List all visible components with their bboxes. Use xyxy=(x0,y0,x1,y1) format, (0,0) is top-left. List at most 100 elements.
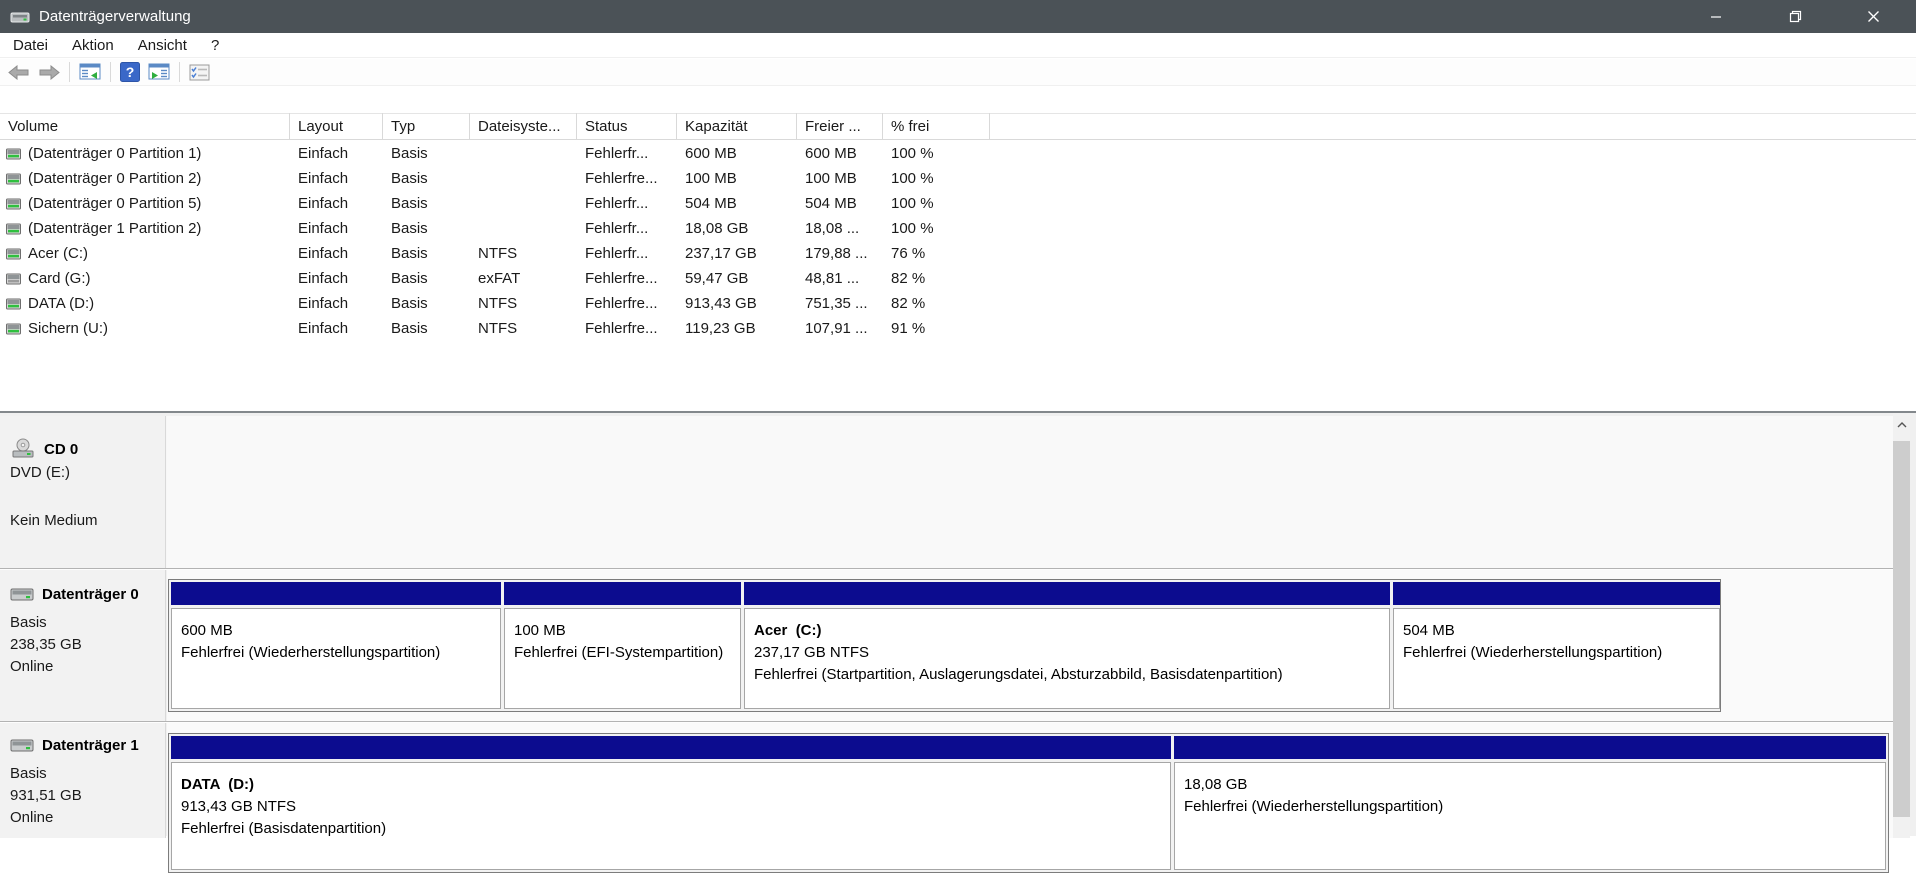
partition-size: 237,17 GB NTFS xyxy=(754,644,870,661)
console-tree-icon xyxy=(79,63,101,80)
partition-size: 504 MB xyxy=(1403,622,1455,639)
volume-kapazitaet: 119,23 GB xyxy=(685,320,756,337)
column-header-volume[interactable]: Volume xyxy=(0,113,290,140)
table-row[interactable]: (Datenträger 0 Partition 5) Einfach Basi… xyxy=(0,191,1916,216)
partition-size: 600 MB xyxy=(181,622,233,639)
volume-layout: Einfach xyxy=(298,170,349,187)
volume-status: Fehlerfr... xyxy=(585,245,649,262)
disk1-graph-area: DATA (D:) 913,43 GB NTFS Fehlerfrei (Bas… xyxy=(167,723,1893,873)
forward-button[interactable] xyxy=(34,60,64,84)
volume-layout: Einfach xyxy=(298,295,349,312)
column-header-kapazitaet[interactable]: Kapazität xyxy=(677,113,797,140)
graphical-view-pane: CD 0 DVD (E:) Kein Medium Datenträger 0 xyxy=(0,411,1916,873)
volume-status: Fehlerfre... xyxy=(585,320,658,337)
volume-list-pane: Volume Layout Typ Dateisyste... Status K… xyxy=(0,86,1916,410)
cd0-name: CD 0 xyxy=(44,440,79,458)
volume-pct-frei: 100 % xyxy=(891,195,934,212)
table-row[interactable]: (Datenträger 1 Partition 2) Einfach Basi… xyxy=(0,216,1916,241)
partition[interactable]: 600 MB Fehlerfrei (Wiederherstellungspar… xyxy=(171,582,501,709)
volume-typ: Basis xyxy=(391,170,428,187)
volume-rows: (Datenträger 0 Partition 1) Einfach Basi… xyxy=(0,141,1916,341)
table-row[interactable]: (Datenträger 0 Partition 1) Einfach Basi… xyxy=(0,141,1916,166)
partition[interactable]: Acer (C:) 237,17 GB NTFS Fehlerfrei (Sta… xyxy=(744,582,1390,709)
help-button[interactable]: ? xyxy=(116,60,144,84)
volume-name: (Datenträger 0 Partition 5) xyxy=(28,195,202,212)
menu-hilfe[interactable]: ? xyxy=(199,33,231,58)
show-console-tree-button[interactable] xyxy=(75,60,105,84)
column-header-dateisystem[interactable]: Dateisyste... xyxy=(470,113,577,140)
disk0-partition-strip: 600 MB Fehlerfrei (Wiederherstellungspar… xyxy=(168,579,1721,712)
volume-status: Fehlerfre... xyxy=(585,270,658,287)
table-row[interactable]: Acer (C:) Einfach Basis NTFS Fehlerfr...… xyxy=(0,241,1916,266)
partition[interactable]: 18,08 GB Fehlerfrei (Wiederherstellungsp… xyxy=(1174,736,1886,870)
volume-kapazitaet: 504 MB xyxy=(685,195,737,212)
partition-primary-bar xyxy=(744,582,1390,605)
table-row[interactable]: Card (G:) Einfach Basis exFAT Fehlerfre.… xyxy=(0,266,1916,291)
volume-layout: Einfach xyxy=(298,245,349,262)
volume-drive-icon xyxy=(6,148,21,159)
volume-drive-icon xyxy=(6,198,21,209)
volume-freier: 179,88 ... xyxy=(805,245,868,262)
properties-button[interactable] xyxy=(185,60,214,84)
volume-table-header: Volume Layout Typ Dateisyste... Status K… xyxy=(0,113,1916,140)
menu-aktion[interactable]: Aktion xyxy=(60,33,126,58)
column-header-freier[interactable]: Freier ... xyxy=(797,113,883,140)
volume-pct-frei: 82 % xyxy=(891,295,926,312)
toolbar: ? xyxy=(0,59,1916,86)
minimize-button[interactable] xyxy=(1693,0,1739,33)
volume-layout: Einfach xyxy=(298,195,349,212)
back-arrow-icon xyxy=(8,64,29,80)
volume-typ: Basis xyxy=(391,220,428,237)
disk1-label-panel[interactable]: Datenträger 1 Basis 931,51 GB Online xyxy=(0,723,166,838)
volume-kapazitaet: 600 MB xyxy=(685,145,737,162)
menu-ansicht[interactable]: Ansicht xyxy=(126,33,199,58)
column-header-pct-frei[interactable]: % frei xyxy=(883,113,990,140)
volume-freier: 504 MB xyxy=(805,195,857,212)
partition[interactable]: DATA (D:) 913,43 GB NTFS Fehlerfrei (Bas… xyxy=(171,736,1171,870)
properties-checklist-icon xyxy=(189,64,210,80)
cd0-graph-area[interactable] xyxy=(167,416,1893,568)
scrollbar-thumb[interactable] xyxy=(1893,441,1910,817)
toolbar-separator xyxy=(69,62,70,82)
column-header-filler xyxy=(990,113,1916,140)
table-row[interactable]: Sichern (U:) Einfach Basis NTFS Fehlerfr… xyxy=(0,316,1916,341)
cd0-type: DVD (E:) xyxy=(10,464,70,481)
column-header-status[interactable]: Status xyxy=(577,113,677,140)
window-title: Datenträgerverwaltung xyxy=(39,8,191,25)
show-action-pane-button[interactable] xyxy=(144,60,174,84)
volume-dateisystem: NTFS xyxy=(478,320,518,337)
volume-name: (Datenträger 0 Partition 1) xyxy=(28,145,202,162)
volume-freier: 751,35 ... xyxy=(805,295,868,312)
volume-status: Fehlerfre... xyxy=(585,295,658,312)
volume-status: Fehlerfr... xyxy=(585,220,649,237)
column-header-layout[interactable]: Layout xyxy=(290,113,383,140)
volume-name: Card (G:) xyxy=(28,270,91,287)
volume-drive-icon xyxy=(6,323,21,334)
volume-dateisystem: NTFS xyxy=(478,295,518,312)
vertical-scrollbar[interactable] xyxy=(1893,413,1910,838)
volume-drive-icon xyxy=(6,173,21,184)
partition-status: Fehlerfrei (Wiederherstellungspartition) xyxy=(181,644,441,661)
volume-status: Fehlerfr... xyxy=(585,145,649,162)
cd0-label-panel[interactable]: CD 0 DVD (E:) Kein Medium xyxy=(0,416,166,568)
back-button[interactable] xyxy=(4,60,34,84)
table-row[interactable]: (Datenträger 0 Partition 2) Einfach Basi… xyxy=(0,166,1916,191)
restore-button[interactable] xyxy=(1772,0,1818,33)
disk1-row: Datenträger 1 Basis 931,51 GB Online DAT… xyxy=(0,723,1893,873)
volume-freier: 18,08 ... xyxy=(805,220,860,237)
partition-size: 913,43 GB NTFS xyxy=(181,798,297,815)
scroll-up-button[interactable] xyxy=(1893,413,1910,437)
disk1-header: Datenträger 1 xyxy=(10,737,139,754)
partition[interactable]: 100 MB Fehlerfrei (EFI-Systempartition) xyxy=(504,582,741,709)
disk0-label-panel[interactable]: Datenträger 0 Basis 238,35 GB Online xyxy=(0,570,166,721)
table-row[interactable]: DATA (D:) Einfach Basis NTFS Fehlerfre..… xyxy=(0,291,1916,316)
volume-drive-icon xyxy=(6,248,21,259)
close-button[interactable] xyxy=(1850,0,1896,33)
partition[interactable]: 504 MB Fehlerfrei (Wiederherstellungspar… xyxy=(1393,582,1720,709)
volume-name: Sichern (U:) xyxy=(28,320,109,337)
volume-kapazitaet: 100 MB xyxy=(685,170,737,187)
volume-freier: 48,81 ... xyxy=(805,270,860,287)
column-header-typ[interactable]: Typ xyxy=(383,113,470,140)
disk0-header: Datenträger 0 xyxy=(10,586,139,603)
menu-datei[interactable]: Datei xyxy=(1,33,60,58)
